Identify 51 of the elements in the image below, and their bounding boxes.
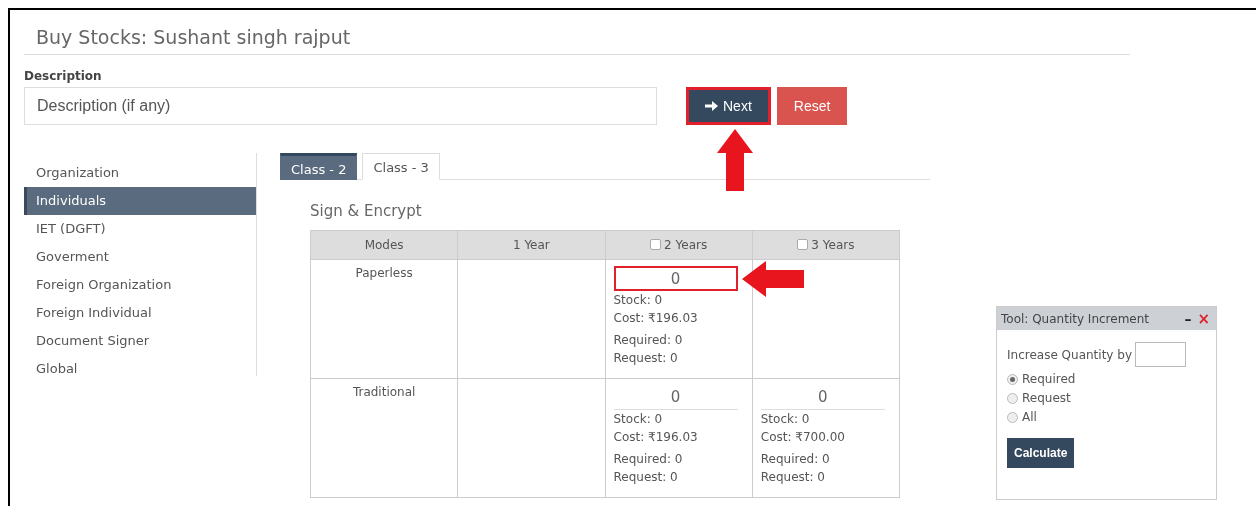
annotation-arrow-icon <box>741 261 804 297</box>
tool-title: Tool: Quantity Increment <box>1001 311 1150 326</box>
calculate-button[interactable]: Calculate <box>1007 438 1075 468</box>
mode-cell: Traditional <box>310 378 458 498</box>
next-button[interactable]: Next <box>686 87 771 125</box>
column-header: 1 Year <box>457 230 605 260</box>
column-header: 3 Years <box>752 230 900 260</box>
sidebar-item[interactable]: Foreign Organization <box>24 271 256 299</box>
radio-label: All <box>1022 410 1037 424</box>
description-field[interactable]: Description (if any) <box>24 87 657 125</box>
cost-text: Cost: ₹196.03 <box>613 311 699 325</box>
column-header: 2 Years <box>605 230 753 260</box>
increase-field[interactable] <box>1135 342 1186 367</box>
checkbox[interactable] <box>797 239 809 250</box>
increase-label: Increase Quantity by <box>1007 347 1132 362</box>
sidebar-item[interactable]: Individuals <box>24 187 256 215</box>
radio-label: Required <box>1022 372 1076 386</box>
sidebar-item[interactable]: IET (DGFT) <box>24 215 256 243</box>
radio-button[interactable] <box>1007 373 1018 385</box>
stock-text: Stock: 0 <box>613 293 664 307</box>
arrow-right-icon <box>705 100 718 112</box>
radio-button[interactable] <box>1007 392 1018 404</box>
sidebar-item[interactable]: Goverment <box>24 243 256 271</box>
cost-text: Cost: ₹196.03 <box>613 430 699 444</box>
sidebar-item[interactable]: Document Signer <box>24 327 256 355</box>
request-text: Request: 0 <box>760 470 826 484</box>
required-text: Required: 0 <box>613 333 684 347</box>
class-tab[interactable]: Class - 2 <box>280 153 358 180</box>
quantity-field[interactable]: 0 <box>613 266 738 291</box>
cost-text: Cost: ₹700.00 <box>760 430 846 444</box>
column-header: Modes <box>310 230 458 260</box>
sidebar-item[interactable]: Organization <box>24 159 256 187</box>
radio-button[interactable] <box>1007 411 1018 423</box>
page-title: Buy Stocks: Sushant singh rajput <box>24 26 1130 55</box>
minimize-button[interactable]: – <box>1184 310 1192 327</box>
sidebar-item[interactable]: Global <box>24 355 256 383</box>
reset-button[interactable]: Reset <box>776 87 848 125</box>
class-tab[interactable]: Class - 3 <box>362 153 440 180</box>
description-label: Description <box>24 69 103 83</box>
sidebar-item[interactable]: Foreign Individual <box>24 299 256 327</box>
annotation-arrow-icon <box>717 129 753 191</box>
request-text: Request: 0 <box>613 351 679 365</box>
required-text: Required: 0 <box>760 452 831 466</box>
stock-text: Stock: 0 <box>613 412 664 426</box>
required-text: Required: 0 <box>613 452 684 466</box>
request-text: Request: 0 <box>613 470 679 484</box>
stock-text: Stock: 0 <box>760 412 811 426</box>
mode-cell: Paperless <box>310 259 458 379</box>
radio-label: Request <box>1022 391 1071 405</box>
checkbox[interactable] <box>650 239 662 250</box>
section-title: Sign & Encrypt <box>310 202 423 220</box>
